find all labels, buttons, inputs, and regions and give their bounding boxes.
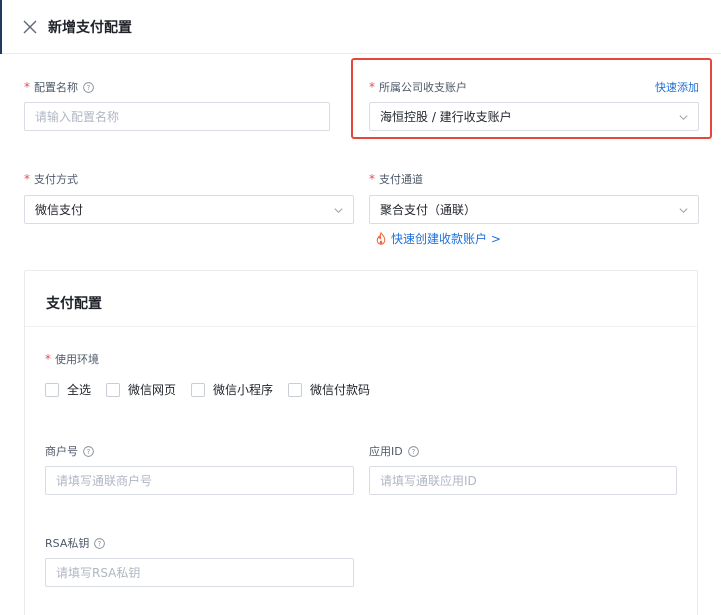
checkbox-wechat-miniprogram[interactable]: 微信小程序	[191, 381, 273, 398]
env-label-text: 使用环境	[55, 353, 99, 366]
merchant-no-label-text: 商户号	[45, 445, 78, 458]
merchant-no-label: 商户号 ?	[45, 443, 94, 459]
help-icon[interactable]: ?	[94, 537, 106, 549]
checkbox-wechat-paycode[interactable]: 微信付款码	[288, 381, 370, 398]
env-label: * 使用环境	[45, 351, 99, 367]
quick-create-account-link[interactable]: 快速创建收款账户 >	[375, 230, 501, 247]
checkbox-label: 微信付款码	[310, 383, 371, 397]
checkbox-select-all[interactable]: 全选	[45, 381, 91, 398]
pay-channel-select[interactable]: 聚合支付（通联）	[369, 195, 699, 224]
checkbox-box[interactable]	[288, 382, 303, 397]
app-id-label: 应用ID ?	[369, 443, 419, 459]
header-accent-line	[0, 0, 2, 54]
pay-method-label-text: 支付方式	[34, 173, 78, 186]
required-mark: *	[24, 80, 30, 94]
pay-channel-value: 聚合支付（通联）	[380, 203, 477, 217]
chevron-down-icon	[679, 208, 688, 214]
rsa-key-label-text: RSA私钥	[45, 537, 90, 550]
svg-text:?: ?	[98, 539, 102, 547]
dialog-header: 新增支付配置	[0, 0, 721, 54]
app-id-label-text: 应用ID	[369, 445, 403, 458]
checkbox-box[interactable]	[45, 382, 59, 397]
rsa-key-input[interactable]: 请填写RSA私钥	[45, 558, 354, 587]
dialog-title: 新增支付配置	[48, 20, 132, 36]
svg-text:?: ?	[87, 83, 91, 91]
panel-header: 支付配置	[25, 271, 697, 327]
checkbox-box[interactable]	[106, 382, 121, 397]
merchant-no-input[interactable]: 请填写通联商户号	[45, 466, 354, 495]
help-icon[interactable]: ?	[407, 445, 419, 457]
required-mark: *	[369, 172, 375, 186]
required-mark: *	[45, 352, 51, 366]
help-icon[interactable]: ?	[83, 445, 94, 457]
env-checkbox-group: 全选 微信网页 微信小程序 微信付款码	[45, 381, 385, 398]
help-icon[interactable]: ?	[83, 81, 94, 93]
rsa-key-label: RSA私钥 ?	[45, 535, 106, 551]
checkbox-wechat-web[interactable]: 微信网页	[106, 381, 176, 398]
config-name-label-text: 配置名称	[34, 81, 78, 94]
quick-create-account-text: 快速创建收款账户 >	[391, 232, 501, 246]
close-icon[interactable]	[22, 19, 38, 35]
required-mark: *	[24, 172, 30, 186]
checkbox-label: 全选	[67, 383, 92, 397]
highlight-box	[351, 58, 712, 139]
config-name-input[interactable]: 请输入配置名称	[24, 102, 330, 131]
svg-text:?: ?	[87, 447, 91, 455]
pay-method-select[interactable]: 微信支付	[24, 195, 354, 224]
pay-channel-label: * 支付通道	[369, 171, 423, 187]
pay-method-value: 微信支付	[35, 203, 84, 217]
config-name-label: * 配置名称 ?	[24, 79, 94, 95]
checkbox-label: 微信小程序	[213, 383, 274, 397]
fire-icon	[376, 232, 386, 245]
chevron-down-icon	[334, 208, 343, 214]
svg-text:?: ?	[411, 447, 415, 455]
panel-title: 支付配置	[46, 296, 102, 312]
pay-method-label: * 支付方式	[24, 171, 78, 187]
checkbox-box[interactable]	[191, 382, 206, 397]
checkbox-label: 微信网页	[128, 383, 177, 397]
pay-channel-label-text: 支付通道	[379, 173, 423, 186]
app-id-input[interactable]: 请填写通联应用ID	[369, 466, 677, 495]
